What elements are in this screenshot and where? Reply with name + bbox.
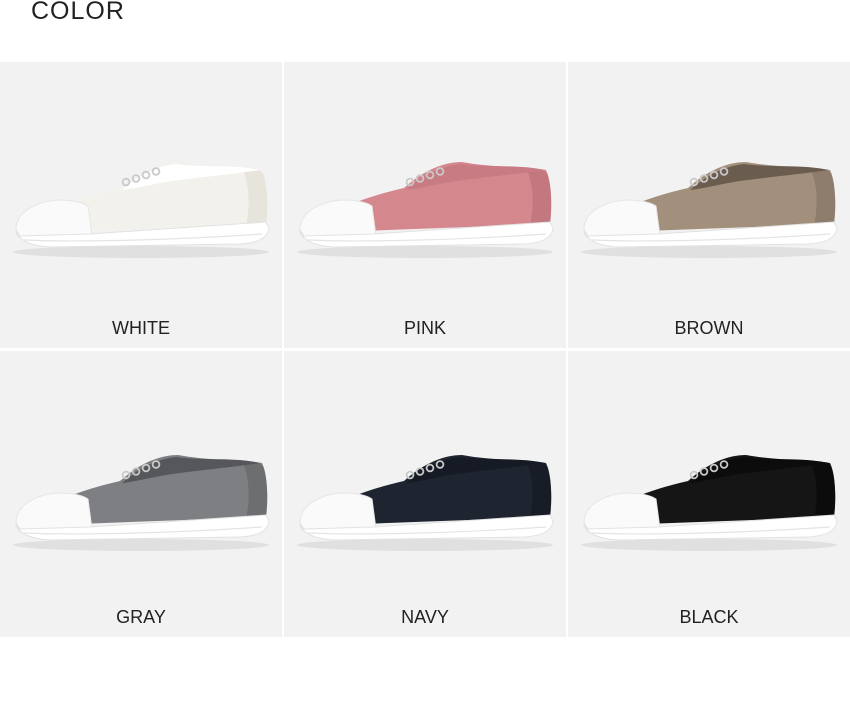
color-swatch-pink[interactable]: PINK — [284, 62, 566, 348]
shoe-shadow — [13, 246, 269, 258]
shoe-shadow — [297, 539, 553, 551]
color-swatch-navy[interactable]: NAVY — [284, 351, 566, 637]
shoe-shadow — [581, 539, 837, 551]
color-label-navy: NAVY — [401, 607, 449, 627]
shoe-shadow — [13, 539, 269, 551]
shoe-image-white — [13, 162, 270, 258]
section-title: COLOR — [31, 0, 125, 25]
color-swatch-black[interactable]: BLACK — [568, 351, 850, 637]
color-swatch-gray[interactable]: GRAY — [0, 351, 282, 637]
shoe-toe-cap — [583, 492, 661, 532]
shoe-toe-cap — [15, 492, 93, 532]
shoe-image-navy — [297, 455, 554, 551]
shoe-toe-cap — [583, 199, 661, 239]
color-label-white: WHITE — [112, 318, 170, 338]
shoe-image-brown — [581, 162, 838, 258]
color-label-brown: BROWN — [674, 318, 744, 338]
color-swatch-grid: WHITE PINK BROWN GRAY NAVY BLACK — [0, 62, 850, 637]
shoe-image-gray — [13, 455, 270, 551]
color-label-pink: PINK — [403, 318, 446, 338]
shoe-shadow — [581, 246, 837, 258]
shoe-shadow — [297, 246, 553, 258]
color-swatch-brown[interactable]: BROWN — [568, 62, 850, 348]
shoe-image-black — [581, 455, 838, 551]
shoe-image-pink — [297, 162, 554, 258]
color-swatch-white[interactable]: WHITE — [0, 62, 282, 348]
shoe-toe-cap — [15, 199, 93, 239]
shoe-toe-cap — [299, 199, 377, 239]
color-label-gray: GRAY — [116, 607, 166, 627]
color-label-black: BLACK — [679, 607, 739, 627]
shoe-toe-cap — [299, 492, 377, 532]
